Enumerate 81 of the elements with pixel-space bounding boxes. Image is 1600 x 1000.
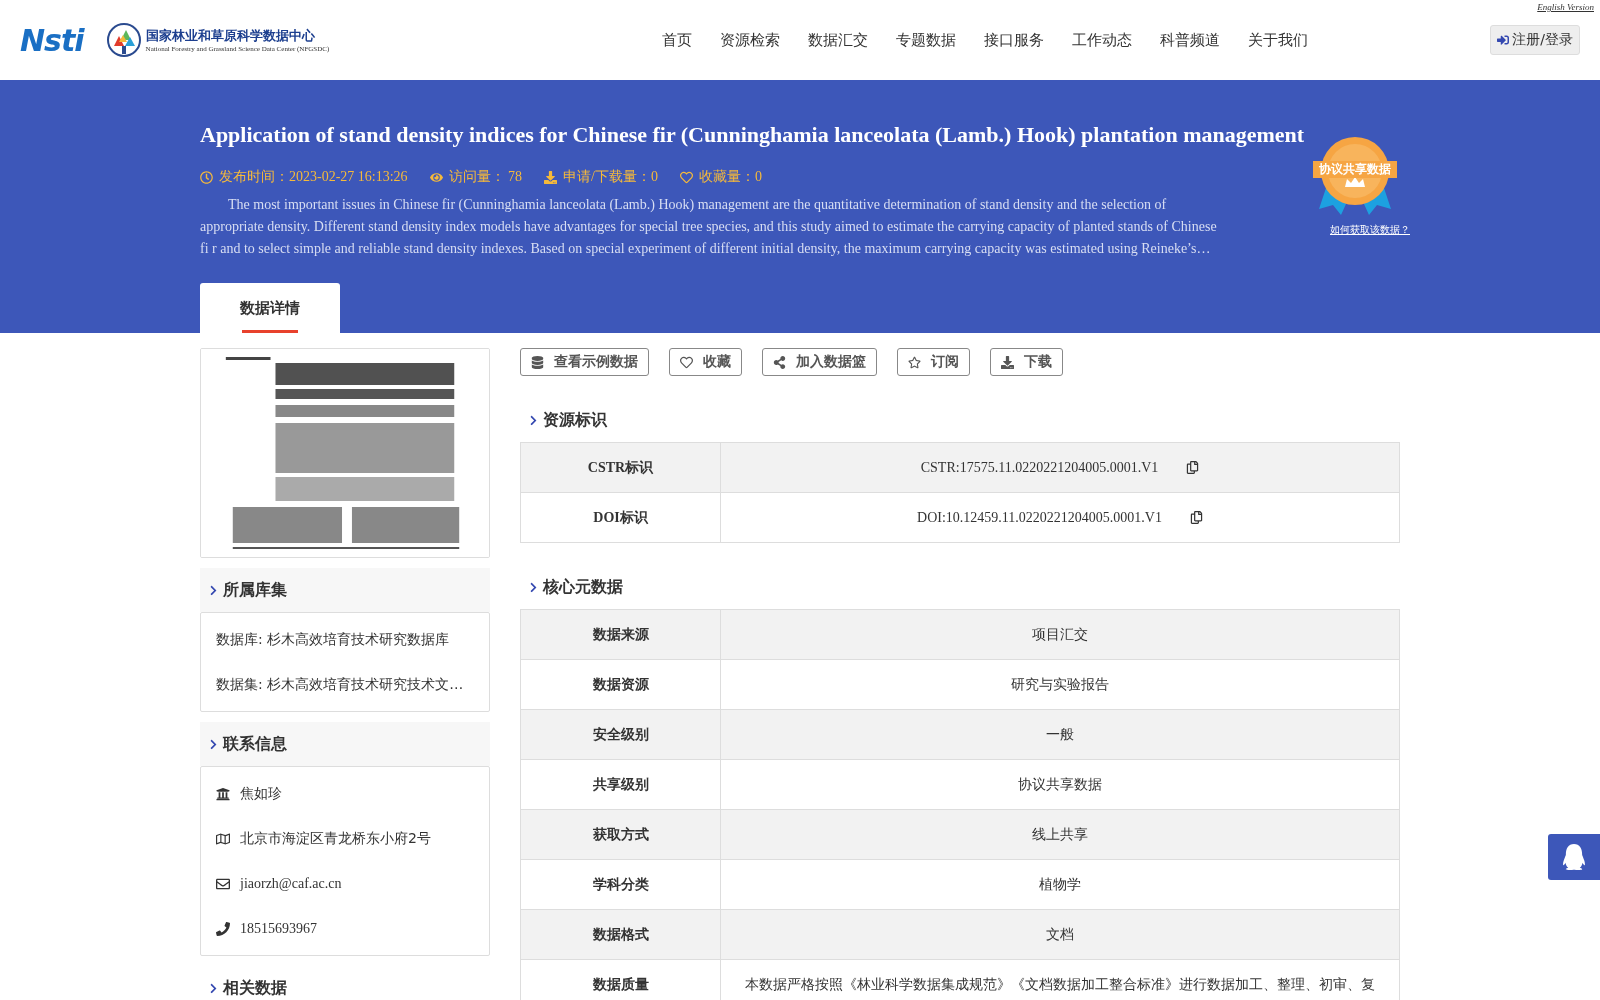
table-cell: 数据格式 [521, 910, 721, 959]
share-icon [773, 355, 786, 369]
nav-link[interactable]: 工作动态 [1057, 30, 1146, 50]
chevron-icon [208, 982, 219, 994]
table-cell: CSTR标识 [521, 443, 721, 492]
table-cell-text: 研究与实验报告 [1010, 674, 1110, 694]
chat-button[interactable] [1548, 834, 1600, 880]
copy-icon[interactable] [1186, 461, 1200, 474]
tab[interactable]: 数据详情 [200, 283, 340, 333]
table-cell: 数据资源 [521, 660, 721, 709]
eye-icon [429, 170, 443, 184]
heart-icon [680, 355, 693, 369]
database-icon [531, 355, 544, 369]
nav-link[interactable]: 资源检索 [705, 30, 794, 50]
table-cell-text: 植物学 [1038, 874, 1082, 894]
section-title: 相关数据 [223, 977, 287, 999]
nav-link[interactable]: 科普频道 [1145, 30, 1234, 50]
action-button[interactable]: 订阅 [897, 348, 970, 376]
org-name: 国家林业和草原科学数据中心 [145, 27, 316, 45]
clock-icon [200, 170, 213, 184]
table-cell: 数据来源 [521, 610, 721, 659]
meta-text: 收藏量：0 [699, 168, 762, 186]
identifier-value: DOI:10.12459.11.0220221204005.0001.V1 [917, 509, 1162, 526]
table-cell-text: 本数据严格按照《林业科学数据集成规范》《文档数据加工整合标准》进行数据加工、整理、初审、复 [744, 974, 1376, 994]
section-title: 核心元数据 [543, 576, 623, 598]
chevron-icon [208, 738, 219, 750]
phone-icon [216, 921, 230, 936]
identifier-value: CSTR:17575.11.0220221204005.0001.V1 [920, 459, 1159, 476]
contact-text: 北京市海淀区青龙桥东小府2号 [240, 829, 431, 848]
abstract: The most important issues in Chinese fir (Cunninghamia lanceolata (Lamb.) Hook) management are the quantitative determination of stand density and the selection of appropriate density. Different stand density index models have advantages for special tree species, and this study aimed to estimate the carrying capacity of planted stands of Chinese fi r and to select simple and reliable stand density indexes. Based on special experiment of different initial density, the maximum carrying capacity was estimated using Reineke’s… [200, 196, 1218, 258]
contact-text: jiaorzh@caf.ac.cn [240, 875, 342, 892]
table-cell-text: 一般 [1045, 724, 1075, 744]
nav-link[interactable]: 数据汇交 [793, 30, 882, 50]
table-cell: 安全级别 [521, 710, 721, 759]
action-button[interactable]: 下载 [990, 348, 1063, 376]
building-icon [216, 786, 230, 801]
table-cell-text: 项目汇交 [1031, 624, 1089, 644]
table-cell-text: 线上共享 [1031, 824, 1089, 844]
table-cell-text: 协议共享数据 [1017, 774, 1103, 794]
logo[interactable]: Nsti [20, 22, 84, 58]
help-link[interactable]: 如何获取该数据？ [1330, 223, 1410, 237]
table-cell: 共享级别 [521, 760, 721, 809]
table-cell: 数据质量 [521, 960, 721, 1000]
map-icon [216, 831, 230, 846]
language-link[interactable]: English Version [1537, 2, 1594, 12]
dataset-title: Application of stand density indices for Chinese fir (Cunninghamia lanceolata (Lamb.) Hook) plantation management [200, 122, 1306, 148]
heart-icon [680, 170, 693, 184]
download-icon [544, 170, 558, 184]
table-cell: 获取方式 [521, 810, 721, 859]
badge-label: 协议共享数据 [1313, 161, 1397, 178]
copy-icon[interactable] [1189, 511, 1203, 524]
chevron-icon [208, 584, 219, 596]
meta-text: 访问量： 78 [448, 168, 523, 186]
tree-logo-icon [105, 22, 142, 58]
envelope-icon [216, 876, 230, 891]
meta-text: 申请/下载量：0 [563, 168, 658, 186]
table-cell-text: 文档 [1045, 924, 1075, 944]
section-title: 资源标识 [543, 409, 607, 431]
penguin-icon [1561, 844, 1587, 870]
collection-link[interactable]: 数据集: 杉木高效培育技术研究技术文… [216, 675, 464, 694]
collection-link[interactable]: 数据库: 杉木高效培育技术研究数据库 [216, 630, 450, 649]
chevron-icon [528, 414, 539, 426]
table-cell: 学科分类 [521, 860, 721, 909]
nav-link[interactable]: 关于我们 [1233, 30, 1322, 50]
section-title: 联系信息 [223, 733, 287, 755]
action-button[interactable]: 收藏 [669, 348, 742, 376]
table-cell: DOI标识 [521, 493, 721, 542]
star-icon [908, 355, 921, 369]
chevron-icon [528, 581, 539, 593]
nav-link[interactable]: 接口服务 [969, 30, 1058, 50]
nav-link[interactable]: 首页 [647, 30, 706, 50]
contact-text: 焦如珍 [240, 784, 282, 803]
download-icon [1001, 355, 1014, 369]
action-button[interactable]: 查看示例数据 [520, 348, 649, 376]
contact-text: 18515693967 [240, 920, 317, 937]
sign-in-icon [1497, 34, 1510, 46]
login-button[interactable]: 注册/登录 [1490, 25, 1580, 55]
nav-link[interactable]: 专题数据 [881, 30, 970, 50]
section-title: 所属库集 [223, 579, 287, 601]
action-button[interactable]: 加入数据篮 [762, 348, 877, 376]
meta-text: 发布时间：2023-02-27 16:13:26 [219, 168, 408, 186]
